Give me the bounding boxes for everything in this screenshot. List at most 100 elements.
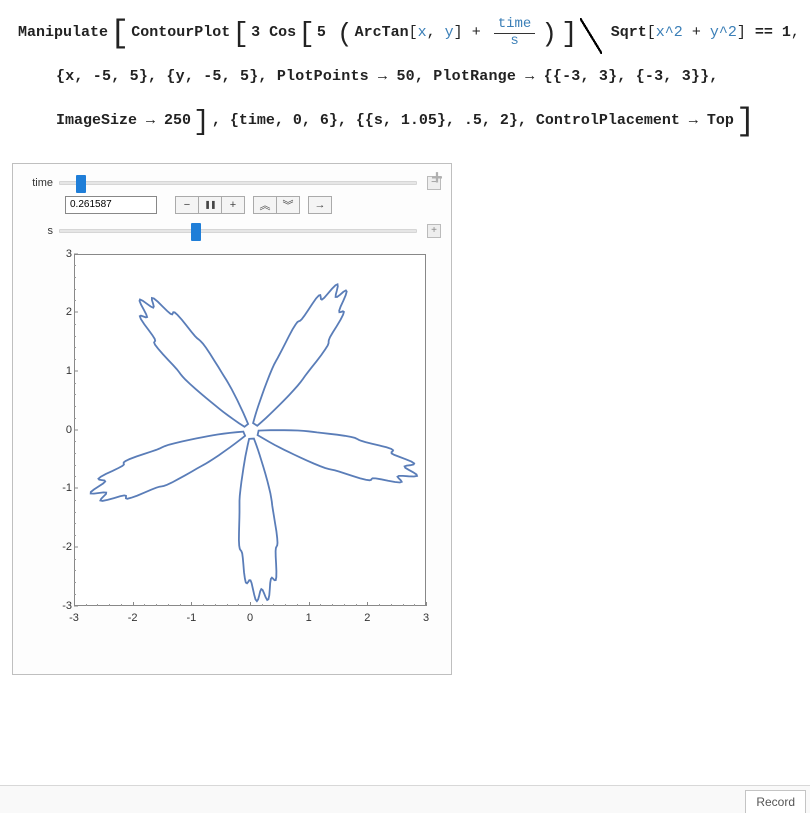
slider-row-time: time − bbox=[23, 176, 441, 190]
minor-tick bbox=[121, 604, 122, 606]
xtick-label: 1 bbox=[306, 612, 312, 624]
contour-plot: -3-2-10123-3-2-10123 bbox=[22, 244, 442, 664]
ytick-label: -3 bbox=[52, 600, 72, 612]
minor-tick bbox=[74, 347, 76, 348]
record-button[interactable]: Record bbox=[745, 790, 806, 813]
minor-tick bbox=[356, 604, 357, 606]
minor-tick bbox=[74, 523, 76, 524]
ytick-mark bbox=[74, 488, 78, 489]
plus-icon: + bbox=[230, 199, 236, 211]
minor-tick bbox=[97, 604, 98, 606]
num-5: 5 bbox=[317, 22, 326, 44]
slider-row-s: s + bbox=[23, 224, 441, 238]
manipulate-panel: + time − − ❚❚ + ︽ ︾ → s + bbox=[12, 163, 452, 675]
ytick-label: 3 bbox=[52, 248, 72, 260]
frac-den: s bbox=[506, 34, 522, 49]
minor-tick bbox=[74, 324, 76, 325]
slider-detail-time: − ❚❚ + ︽ ︾ → bbox=[65, 196, 441, 214]
bracket-open-2: [ bbox=[232, 15, 249, 56]
xtick-mark bbox=[74, 602, 75, 606]
minor-tick bbox=[203, 604, 204, 606]
ytick-mark bbox=[74, 312, 78, 313]
xtick-mark bbox=[133, 602, 134, 606]
minor-tick bbox=[238, 604, 239, 606]
bracket-open-3: [ bbox=[298, 15, 315, 56]
minor-tick bbox=[403, 604, 404, 606]
anim-faster-button[interactable]: ︽ bbox=[253, 196, 277, 214]
minor-tick bbox=[74, 289, 76, 290]
minor-tick bbox=[74, 594, 76, 595]
pause-icon: ❚❚ bbox=[204, 200, 215, 209]
code-line-3: ImageSize → 250 ] , {time, 0, 6}, {{s, 1… bbox=[18, 98, 800, 144]
time-value-input[interactable] bbox=[65, 196, 157, 214]
minor-tick bbox=[74, 418, 76, 419]
minor-tick bbox=[86, 604, 87, 606]
arrow-right-icon: → bbox=[315, 199, 326, 211]
var-y2: y^2 bbox=[710, 22, 737, 44]
minor-tick bbox=[74, 300, 76, 301]
panel-plus-icon[interactable]: + bbox=[431, 168, 443, 191]
big-slash bbox=[580, 18, 602, 54]
bracket-open-5: [ bbox=[647, 22, 656, 44]
xtick-label: -2 bbox=[128, 612, 138, 624]
comma-2: , bbox=[791, 22, 800, 44]
minor-tick bbox=[144, 604, 145, 606]
paren-open: ( bbox=[337, 16, 353, 54]
minor-tick bbox=[379, 604, 380, 606]
contour-path bbox=[91, 284, 417, 601]
slider-label-time: time bbox=[23, 177, 59, 189]
anim-slower-button[interactable]: ︾ bbox=[276, 196, 300, 214]
plot-frame bbox=[74, 254, 426, 606]
code-cell: Manipulate [ ContourPlot [ 3 Cos [ 5 ( A… bbox=[0, 0, 810, 145]
expand-button-s[interactable]: + bbox=[427, 224, 441, 238]
minor-tick bbox=[227, 604, 228, 606]
slider-thumb-time[interactable] bbox=[76, 175, 86, 193]
anim-direction-button[interactable]: → bbox=[308, 196, 332, 214]
slider-label-s: s bbox=[23, 225, 59, 237]
minor-tick bbox=[320, 604, 321, 606]
minor-tick bbox=[74, 453, 76, 454]
minor-tick bbox=[297, 604, 298, 606]
minor-tick bbox=[74, 359, 76, 360]
sym-contourplot: ContourPlot bbox=[131, 22, 230, 44]
plot-svg bbox=[75, 255, 427, 607]
minor-tick bbox=[332, 604, 333, 606]
sym-manipulate: Manipulate bbox=[18, 22, 108, 44]
anim-pause-button[interactable]: ❚❚ bbox=[198, 196, 222, 214]
minor-tick bbox=[74, 383, 76, 384]
bracket-close-2: ] bbox=[193, 103, 210, 144]
minor-tick bbox=[156, 604, 157, 606]
bracket-close-5: ] bbox=[737, 22, 746, 44]
code-line-3a: ImageSize → 250 bbox=[56, 110, 191, 132]
xtick-mark bbox=[309, 602, 310, 606]
minor-tick bbox=[74, 476, 76, 477]
minor-tick bbox=[215, 604, 216, 606]
xtick-label: -1 bbox=[186, 612, 196, 624]
ytick-label: 2 bbox=[52, 306, 72, 318]
anim-step-back-button[interactable]: − bbox=[175, 196, 199, 214]
minor-tick bbox=[74, 465, 76, 466]
bracket-open-4: [ bbox=[409, 22, 418, 44]
minor-tick bbox=[273, 604, 274, 606]
frac-num: time bbox=[494, 17, 536, 32]
minor-tick bbox=[74, 277, 76, 278]
slider-track-s[interactable] bbox=[59, 229, 417, 233]
minor-tick bbox=[180, 604, 181, 606]
var-x: x bbox=[418, 22, 427, 44]
code-line-3b: , {time, 0, 6}, {{s, 1.05}, .5, 2}, Cont… bbox=[212, 110, 734, 132]
slider-track-time[interactable] bbox=[59, 181, 417, 185]
minor-tick bbox=[262, 604, 263, 606]
plus-glyph: + bbox=[431, 225, 437, 236]
minor-tick bbox=[74, 512, 76, 513]
minus-icon: − bbox=[184, 199, 190, 211]
minor-tick bbox=[74, 336, 76, 337]
minor-tick bbox=[74, 500, 76, 501]
anim-step-fwd-button[interactable]: + bbox=[221, 196, 245, 214]
xtick-label: 0 bbox=[247, 612, 253, 624]
minor-tick bbox=[74, 535, 76, 536]
slider-thumb-s[interactable] bbox=[191, 223, 201, 241]
var-x2: x^2 bbox=[656, 22, 683, 44]
bracket-close-1: ] bbox=[736, 99, 755, 145]
xtick-label: 2 bbox=[364, 612, 370, 624]
xtick-label: 3 bbox=[423, 612, 429, 624]
